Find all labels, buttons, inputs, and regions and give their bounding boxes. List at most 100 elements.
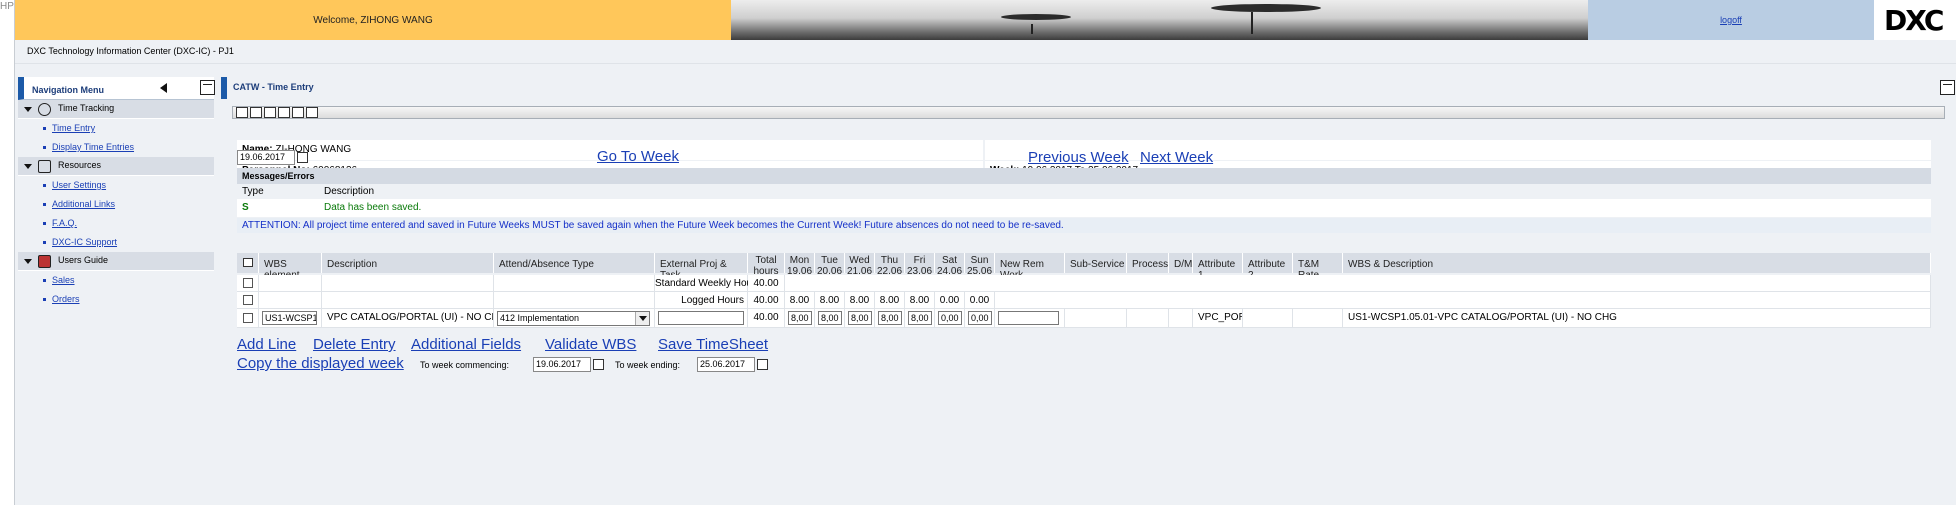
nav-item-display-time-entries[interactable]: Display Time Entries — [18, 138, 214, 157]
calendar-icon[interactable] — [593, 359, 604, 370]
table-settings-icon[interactable] — [242, 258, 253, 267]
nav-link[interactable]: User Settings — [52, 180, 106, 190]
cell — [494, 292, 655, 309]
thu-hours-input[interactable]: 8,00 — [878, 311, 902, 325]
nav-link[interactable]: Sales — [52, 275, 75, 285]
nav-link[interactable]: DXC-IC Support — [52, 237, 117, 247]
nav-item-orders[interactable]: Orders — [18, 290, 214, 309]
save-timesheet-link[interactable]: Save TimeSheet — [658, 336, 768, 353]
new-rem-work-input[interactable] — [998, 311, 1059, 325]
calendar-icon[interactable] — [297, 152, 308, 163]
nav-item-time-entry[interactable]: Time Entry — [18, 119, 214, 138]
sat-hours-input[interactable]: 0,00 — [938, 311, 962, 325]
sun-cell: 0,00 — [965, 309, 995, 328]
bullet-icon — [43, 222, 46, 225]
tue-hours-input[interactable]: 8,00 — [818, 311, 842, 325]
panel-title: CATW - Time Entry — [233, 82, 314, 92]
nav-item-faq[interactable]: F.A.Q. — [18, 214, 214, 233]
cell — [995, 292, 1931, 309]
logoff-link[interactable]: logoff — [1720, 15, 1742, 25]
nav-link[interactable]: Display Time Entries — [52, 142, 134, 152]
bullet-icon — [43, 241, 46, 244]
print-icon[interactable] — [306, 107, 318, 118]
standard-hours-label: Standard Weekly Hours — [655, 275, 760, 292]
select-all-header[interactable] — [237, 253, 259, 273]
header-description: Description — [322, 253, 494, 273]
week-ending-input[interactable]: 25.06.2017 — [697, 357, 755, 372]
nav-section-time-tracking[interactable]: Time Tracking — [18, 100, 214, 119]
nav-item-dxc-ic-support[interactable]: DXC-IC Support — [18, 233, 214, 252]
nav-title: Navigation Menu — [32, 85, 105, 95]
additional-fields-link[interactable]: Additional Fields — [411, 336, 521, 353]
attend-selected-value: 412 Implementation — [500, 313, 580, 323]
chevron-down-icon[interactable] — [635, 312, 649, 325]
save-icon[interactable] — [264, 107, 276, 118]
external-proj-input[interactable] — [658, 311, 744, 325]
wbs-input[interactable]: US1-WCSP1 — [262, 311, 317, 325]
minimize-icon[interactable] — [200, 80, 215, 95]
add-line-link[interactable]: Add Line — [237, 336, 296, 353]
header-thu: Thu 22.06 — [875, 253, 905, 277]
previous-week-link[interactable]: Previous Week — [1028, 149, 1129, 166]
copy-week-link[interactable]: Copy the displayed week — [237, 355, 404, 372]
external-cell — [655, 309, 748, 328]
week-commencing-input[interactable]: 19.06.2017 — [533, 357, 591, 372]
row-checkbox[interactable] — [243, 295, 253, 305]
expand-triangle-icon[interactable] — [24, 107, 32, 112]
export-icon[interactable] — [292, 107, 304, 118]
header-process: Process — [1127, 253, 1169, 273]
validate-wbs-link[interactable]: Validate WBS — [545, 336, 636, 353]
go-to-week-link[interactable]: Go To Week — [597, 148, 679, 165]
mon-hours-input[interactable]: 8,00 — [788, 311, 812, 325]
header-total: Total hours — [748, 253, 785, 277]
collapse-arrow-icon[interactable] — [160, 83, 167, 93]
row-checkbox[interactable] — [243, 278, 253, 288]
cell — [1293, 309, 1343, 328]
tree-trunk — [1251, 12, 1253, 34]
nav-item-user-settings[interactable]: User Settings — [18, 176, 214, 195]
sat-cell: 0,00 — [935, 309, 965, 328]
header-wed: Wed 21.06 — [845, 253, 875, 277]
nav-item-additional-links[interactable]: Additional Links — [18, 195, 214, 214]
nav-section-users-guide[interactable]: Users Guide — [18, 252, 214, 271]
messages-columns: Type Description — [237, 184, 1931, 200]
attend-absence-select[interactable]: 412 Implementation — [497, 311, 650, 326]
copy-icon[interactable] — [278, 107, 290, 118]
nav-link[interactable]: Time Entry — [52, 123, 95, 133]
mon-cell: 8,00 — [785, 309, 815, 328]
logged-hours-total: 40.00 — [748, 292, 785, 309]
minimize-icon[interactable] — [1940, 80, 1955, 95]
week-date-input[interactable]: 19.06.2017 — [237, 150, 295, 165]
bullet-icon — [43, 203, 46, 206]
cell — [1169, 309, 1193, 328]
message-text: Data has been saved. — [324, 202, 422, 213]
cell — [1127, 309, 1169, 328]
wed-hours-input[interactable]: 8,00 — [848, 311, 872, 325]
welcome-panel: Welcome, ZIHONG WANG — [15, 0, 731, 40]
calendar-icon[interactable] — [757, 359, 768, 370]
nav-link[interactable]: F.A.Q. — [52, 218, 77, 228]
cell — [785, 275, 1931, 292]
fri-hours-input[interactable]: 8,00 — [908, 311, 932, 325]
cell — [1065, 309, 1127, 328]
nav-item-sales[interactable]: Sales — [18, 271, 214, 290]
expand-triangle-icon[interactable] — [24, 164, 32, 169]
nav-section-resources[interactable]: Resources — [18, 157, 214, 176]
expand-triangle-icon[interactable] — [24, 259, 32, 264]
edit-icon[interactable] — [250, 107, 262, 118]
cell — [259, 275, 322, 292]
week-commencing-label: To week commencing: — [420, 360, 510, 370]
row-checkbox[interactable] — [243, 313, 253, 323]
sun-hours-input[interactable]: 0,00 — [968, 311, 992, 325]
tree-trunk-small — [1031, 24, 1033, 34]
next-week-link[interactable]: Next Week — [1140, 149, 1213, 166]
attention-message: ATTENTION: All project time entered and … — [237, 218, 1931, 233]
cell — [1243, 309, 1293, 328]
delete-entry-link[interactable]: Delete Entry — [313, 336, 396, 353]
nav-link[interactable]: Orders — [52, 294, 80, 304]
nav-link[interactable]: Additional Links — [52, 199, 115, 209]
header-external: External Proj & Task — [655, 253, 748, 281]
logged-wed: 8.00 — [845, 292, 875, 309]
new-doc-icon[interactable] — [236, 107, 248, 118]
type-column-header: Type — [242, 186, 264, 197]
